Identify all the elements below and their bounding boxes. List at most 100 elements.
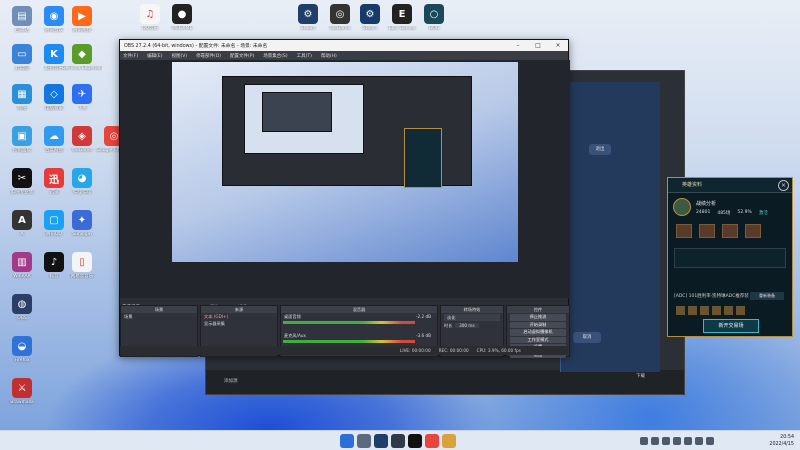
tray-icon[interactable] bbox=[684, 437, 692, 445]
mixer-header: 混音器 bbox=[281, 306, 437, 313]
desktop-icon-label: 网易云音乐 bbox=[70, 274, 94, 279]
avatar bbox=[673, 198, 691, 216]
app-icon: ▣ bbox=[12, 126, 32, 146]
system-tray bbox=[640, 437, 717, 445]
activate-link[interactable]: 激活 bbox=[759, 210, 768, 216]
champion-info-panel[interactable]: 英雄资料 × 战绩分析 24801 485场 52.9% 激活 [ADC] 10… bbox=[667, 177, 793, 337]
app-icon: ▢ bbox=[44, 210, 64, 230]
app-icon: ▤ bbox=[12, 6, 32, 26]
desktop-icon[interactable]: ✈ 飞书 bbox=[64, 84, 100, 111]
close-icon[interactable]: × bbox=[548, 42, 568, 49]
source-item[interactable]: 显示器采集 bbox=[201, 320, 277, 327]
build-tag: [ADC] 101胜利率·凯特琳ADC推荐装 bbox=[674, 294, 749, 299]
add-source-label[interactable]: 添加源 bbox=[224, 378, 238, 384]
menu-edit[interactable]: 编辑(E) bbox=[147, 53, 162, 59]
desktop-icon-label: GeForce Experience bbox=[62, 66, 102, 71]
app-window-blue[interactable]: 退出 取消 bbox=[560, 82, 660, 372]
source-item[interactable]: 文本 (GDI+) bbox=[201, 313, 277, 320]
preview-canvas bbox=[172, 62, 518, 262]
menu-view[interactable]: 视图(V) bbox=[171, 53, 187, 59]
taskbar-apps bbox=[340, 434, 459, 448]
app-icon: ▶ bbox=[72, 6, 92, 26]
desktop-icon[interactable]: ◕ 哔哩哔哩 bbox=[64, 168, 100, 195]
tray-icon[interactable] bbox=[640, 437, 648, 445]
start-button[interactable]: 新开交易场 bbox=[703, 319, 759, 333]
app-icon: ⚙ bbox=[298, 4, 318, 24]
app-icon: ● bbox=[172, 4, 192, 24]
app-icon: ▦ bbox=[12, 84, 32, 104]
app-icon: ◇ bbox=[44, 84, 64, 104]
stop-streaming-button[interactable]: 停止推流 bbox=[510, 314, 566, 321]
duration-input[interactable]: 300 ms bbox=[455, 323, 479, 328]
close-icon[interactable]: × bbox=[778, 180, 789, 191]
desktop-icon-label: 哔哩哔哩 bbox=[73, 190, 91, 195]
app-icon: ⚙ bbox=[360, 4, 380, 24]
desktop-icon[interactable]: ▶ 腾讯视频 bbox=[64, 6, 100, 33]
app-icon: ◒ bbox=[12, 336, 32, 356]
desktop-icon-label: 腾讯视频 bbox=[73, 28, 91, 33]
desktop-icon-label: 飞书 bbox=[77, 106, 87, 111]
app-icon: ◉ bbox=[44, 6, 64, 26]
desktop-icon[interactable]: ✦ Sunlogin bbox=[64, 210, 100, 237]
volume-icon[interactable] bbox=[706, 437, 714, 445]
steam-icon[interactable] bbox=[374, 434, 388, 448]
app-icon: A bbox=[12, 210, 32, 230]
app-icon: ✂ bbox=[12, 168, 32, 188]
menu-scene-collection[interactable]: 场景集合(S) bbox=[263, 53, 287, 59]
rebuild-button[interactable]: 重新装备 bbox=[750, 292, 784, 300]
menu-tools[interactable]: 工具(T) bbox=[297, 53, 312, 59]
desktop-icon-label: Brawlhalla bbox=[10, 400, 34, 405]
champion-icons bbox=[676, 224, 768, 238]
app-icon: ✦ bbox=[72, 210, 92, 230]
desktop-icon[interactable]: ● WEGAME bbox=[164, 4, 200, 31]
download-label: 下载 bbox=[636, 374, 645, 379]
obs-window[interactable]: OBS 27.2.4 (64-bit, windows) - 配置文件: 未命名… bbox=[119, 39, 570, 358]
menu-file[interactable]: 文件(F) bbox=[123, 53, 138, 59]
studio-mode-button[interactable]: 工作室模式 bbox=[510, 336, 566, 343]
app-icon: ♪ bbox=[44, 252, 64, 272]
desktop-icon[interactable]: ◆ GeForce Experience bbox=[62, 44, 102, 71]
desktop-icon[interactable]: ◍ OBS bbox=[4, 294, 40, 321]
app-icon: ◍ bbox=[12, 294, 32, 314]
game-icon[interactable] bbox=[408, 434, 422, 448]
logout-button[interactable]: 退出 bbox=[589, 144, 611, 155]
obs-preview[interactable]: 未选择源 属性 滤镜 bbox=[120, 60, 570, 310]
cancel-button[interactable]: 取消 bbox=[573, 332, 601, 343]
desktop-icon[interactable]: ◒ Firefox bbox=[4, 336, 40, 363]
obs-icon[interactable] bbox=[391, 434, 405, 448]
start-recording-button[interactable]: 开始录制 bbox=[510, 321, 566, 328]
tray-icon[interactable] bbox=[662, 437, 670, 445]
maximize-icon[interactable]: □ bbox=[528, 42, 548, 49]
tray-icon[interactable] bbox=[673, 437, 681, 445]
virtual-camera-button[interactable]: 启动虚拟摄像机 bbox=[510, 329, 566, 336]
desktop-icon[interactable]: ○ GOG bbox=[416, 4, 452, 31]
scene-item[interactable]: 场景 bbox=[121, 313, 197, 320]
taskbar: 20:54 2022/4/15 bbox=[0, 430, 800, 450]
panel-title: 英雄资料 bbox=[668, 178, 792, 193]
app-icon: ○ bbox=[424, 4, 444, 24]
desktop-icon-label: Firefox bbox=[14, 358, 30, 363]
mixer-channel-desktop: 桌面音频 -2.2 dB bbox=[284, 314, 431, 319]
cpu-fps: CPU: 3.9%, 60.00 fps bbox=[476, 348, 521, 353]
clock-date: 2022/4/15 bbox=[769, 442, 794, 447]
background-window-footer: 添加源 下载 bbox=[206, 370, 684, 394]
chrome-icon[interactable] bbox=[425, 434, 439, 448]
player-name: 战绩分析 bbox=[696, 201, 717, 207]
tray-icon[interactable] bbox=[651, 437, 659, 445]
clock[interactable]: 20:54 2022/4/15 bbox=[769, 434, 794, 448]
transition-select[interactable]: 淡化 bbox=[444, 314, 500, 321]
minimize-icon[interactable]: – bbox=[508, 42, 528, 49]
app-icon: ▯ bbox=[72, 252, 92, 272]
menu-help[interactable]: 帮助(H) bbox=[321, 53, 337, 59]
obs-titlebar[interactable]: OBS 27.2.4 (64-bit, windows) - 配置文件: 未命名… bbox=[120, 40, 568, 51]
search-icon[interactable] bbox=[357, 434, 371, 448]
desktop-icon[interactable]: ⚔ Brawlhalla bbox=[4, 378, 40, 405]
start-icon[interactable] bbox=[340, 434, 354, 448]
folder-icon[interactable] bbox=[442, 434, 456, 448]
menu-docks[interactable]: 停靠部件(D) bbox=[196, 53, 221, 59]
desktop-icon[interactable]: ▯ 网易云音乐 bbox=[64, 252, 100, 279]
app-icon: ⚔ bbox=[12, 378, 32, 398]
app-icon: 迅 bbox=[44, 168, 64, 188]
wifi-icon[interactable] bbox=[695, 437, 703, 445]
menu-profile[interactable]: 配置文件(P) bbox=[230, 53, 254, 59]
